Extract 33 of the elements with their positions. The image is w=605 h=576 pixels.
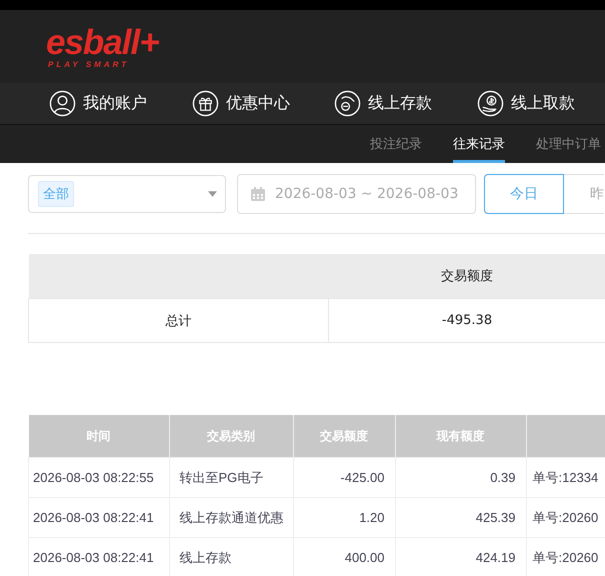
selected-tag: 全部 [38, 181, 74, 207]
table-cell: 2026-08-03 08:22:55 [28, 458, 169, 498]
category-select[interactable]: 全部 [28, 175, 226, 213]
table-cell: -495.38 [328, 298, 605, 342]
date-range-field[interactable]: 2026-08-03 ~ 2026-08-03 [237, 174, 476, 214]
table-cell: 转出至PG电子 [169, 458, 293, 498]
tab[interactable]: 投注纪录 [370, 125, 422, 163]
calendar-icon [250, 186, 266, 202]
dollar-hand-icon [477, 90, 504, 117]
table-cell: 1.20 [293, 498, 395, 538]
hand-coin-icon [334, 90, 361, 117]
tab[interactable]: 往来记录 [453, 125, 505, 163]
logo[interactable]: esball+ PLAY SMART [46, 24, 159, 68]
table-cell: -425.00 [293, 458, 395, 498]
gift-icon [192, 90, 219, 117]
column-header: 交易额度 [328, 254, 605, 298]
table-cell: 2026-08-03 08:22:41 [28, 498, 169, 538]
table-cell: 2026-08-03 08:22:41 [28, 538, 169, 576]
table-cell: 0.39 [395, 458, 526, 498]
range-button[interactable]: 今日 [484, 174, 564, 214]
table-cell: 总计 [28, 298, 328, 342]
date-range-value: 2026-08-03 ~ 2026-08-03 [275, 186, 458, 202]
range-button[interactable]: 昨 [564, 174, 604, 214]
nav-link[interactable]: 线上存款 [334, 90, 432, 117]
tab[interactable]: 处理中订单 [536, 125, 601, 163]
table-cell: 单号:12334 [526, 458, 605, 498]
table-cell: 线上存款通道优惠 [169, 498, 293, 538]
table-cell: 425.39 [395, 498, 526, 538]
user-icon [49, 90, 76, 117]
nav-link[interactable]: 线上取款 [477, 90, 575, 117]
nav-link[interactable]: 我的账户 [49, 90, 147, 117]
nav-link[interactable]: 优惠中心 [192, 90, 290, 117]
caret-icon [208, 191, 217, 197]
